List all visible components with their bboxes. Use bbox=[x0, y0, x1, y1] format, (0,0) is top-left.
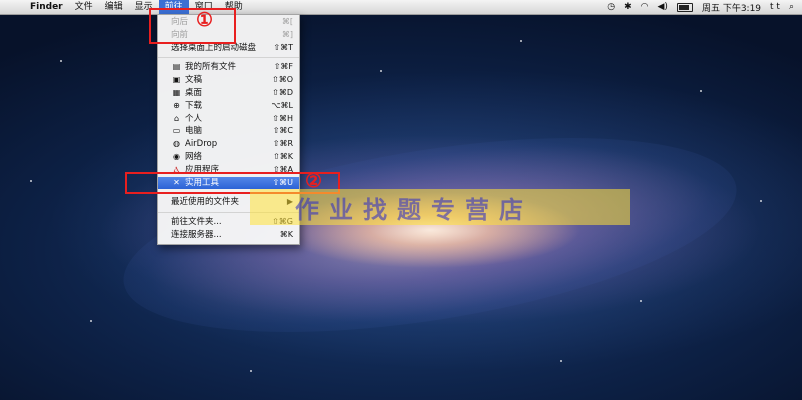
annotation-number-1: ① bbox=[196, 9, 214, 31]
menu-file[interactable]: 文件 bbox=[69, 0, 99, 14]
menu-item-desktop[interactable]: ▦ 桌面 ⇧⌘D bbox=[158, 87, 299, 100]
menu-item-label: 桌面 bbox=[185, 87, 203, 98]
menu-item-airdrop[interactable]: ◍ AirDrop ⇧⌘R bbox=[158, 138, 299, 151]
menu-item-shortcut: ⌘K bbox=[279, 229, 293, 239]
bluetooth-icon[interactable]: ✱ bbox=[624, 2, 632, 12]
all-files-icon: ▤ bbox=[172, 62, 181, 72]
airdrop-icon: ◍ bbox=[173, 139, 180, 149]
time-machine-icon[interactable]: ◷ bbox=[607, 2, 615, 12]
menu-bar: Finder 文件 编辑 显示 前往 窗口 帮助 ◷ ✱ ◠ ◀) 周五 下午3… bbox=[0, 0, 802, 15]
menu-edit[interactable]: 编辑 bbox=[99, 0, 129, 14]
menu-item-shortcut: ⇧⌘K bbox=[273, 151, 293, 161]
computer-icon: ▭ bbox=[172, 126, 181, 136]
star bbox=[700, 90, 702, 92]
menu-item-computer[interactable]: ▭ 电脑 ⇧⌘C bbox=[158, 125, 299, 138]
search-icon[interactable]: ⌕ bbox=[789, 2, 794, 12]
menu-item-shortcut: ⌘[ bbox=[281, 17, 293, 26]
star bbox=[760, 200, 762, 202]
menu-item-home[interactable]: ⌂ 个人 ⇧⌘H bbox=[158, 113, 299, 126]
menu-item-label: 网络 bbox=[185, 151, 203, 162]
star bbox=[380, 70, 382, 72]
menu-item-shortcut: ⇧⌘D bbox=[272, 87, 293, 97]
documents-icon: ▣ bbox=[172, 75, 181, 85]
menu-item-label: 文稿 bbox=[185, 75, 203, 86]
volume-icon[interactable]: ◀) bbox=[658, 2, 668, 12]
home-icon: ⌂ bbox=[173, 113, 180, 123]
star bbox=[250, 370, 252, 372]
menu-item-label: 我的所有文件 bbox=[185, 62, 237, 73]
menu-item-label: 下载 bbox=[185, 100, 203, 111]
clock[interactable]: 周五 下午3:19 bbox=[702, 1, 761, 14]
star bbox=[640, 300, 642, 302]
menu-item-shortcut: ⇧⌘F bbox=[273, 62, 293, 72]
star bbox=[560, 360, 562, 362]
menu-item-downloads[interactable]: ⊕ 下载 ⌥⌘L bbox=[158, 100, 299, 113]
menu-item-documents[interactable]: ▣ 文稿 ⇧⌘O bbox=[158, 74, 299, 87]
annotation-box-1 bbox=[149, 8, 236, 44]
menu-item-label: AirDrop bbox=[185, 139, 218, 150]
status-area: ◷ ✱ ◠ ◀) 周五 下午3:19 t t ⌕ bbox=[607, 1, 802, 14]
desktop-icon: ▦ bbox=[172, 87, 181, 97]
network-icon: ◉ bbox=[173, 151, 180, 161]
menu-item-shortcut: ⇧⌘O bbox=[272, 75, 293, 85]
star bbox=[520, 40, 522, 42]
user-name[interactable]: t t bbox=[770, 2, 780, 12]
downloads-icon: ⊕ bbox=[173, 100, 180, 110]
menu-item-label: 电脑 bbox=[185, 126, 203, 137]
battery-level bbox=[678, 4, 689, 10]
menu-item-label: 连接服务器... bbox=[171, 229, 222, 240]
star bbox=[90, 320, 92, 322]
menu-item-all-my-files[interactable]: ▤ 我的所有文件 ⇧⌘F bbox=[158, 61, 299, 74]
menu-item-shortcut: ⇧⌘T bbox=[273, 42, 293, 52]
menu-item-label: 个人 bbox=[185, 113, 203, 124]
star bbox=[30, 180, 32, 182]
menu-item-shortcut: ⇧⌘C bbox=[272, 126, 293, 136]
menu-finder[interactable]: Finder bbox=[24, 0, 69, 14]
menu-item-network[interactable]: ◉ 网络 ⇧⌘K bbox=[158, 151, 299, 164]
menu-item-shortcut: ⌘] bbox=[281, 29, 293, 39]
menu-item-connect-server[interactable]: 连接服务器... ⌘K bbox=[158, 229, 299, 242]
battery-icon[interactable] bbox=[676, 2, 693, 12]
menu-separator bbox=[158, 57, 299, 59]
wifi-icon[interactable]: ◠ bbox=[641, 2, 649, 12]
menu-item-shortcut: ⌥⌘L bbox=[271, 100, 293, 110]
watermark-text: 作业找题专营店 bbox=[295, 195, 533, 224]
menu-item-shortcut: ⇧⌘R bbox=[272, 139, 293, 149]
menu-item-shortcut: ⇧⌘H bbox=[272, 113, 293, 123]
star bbox=[60, 60, 62, 62]
